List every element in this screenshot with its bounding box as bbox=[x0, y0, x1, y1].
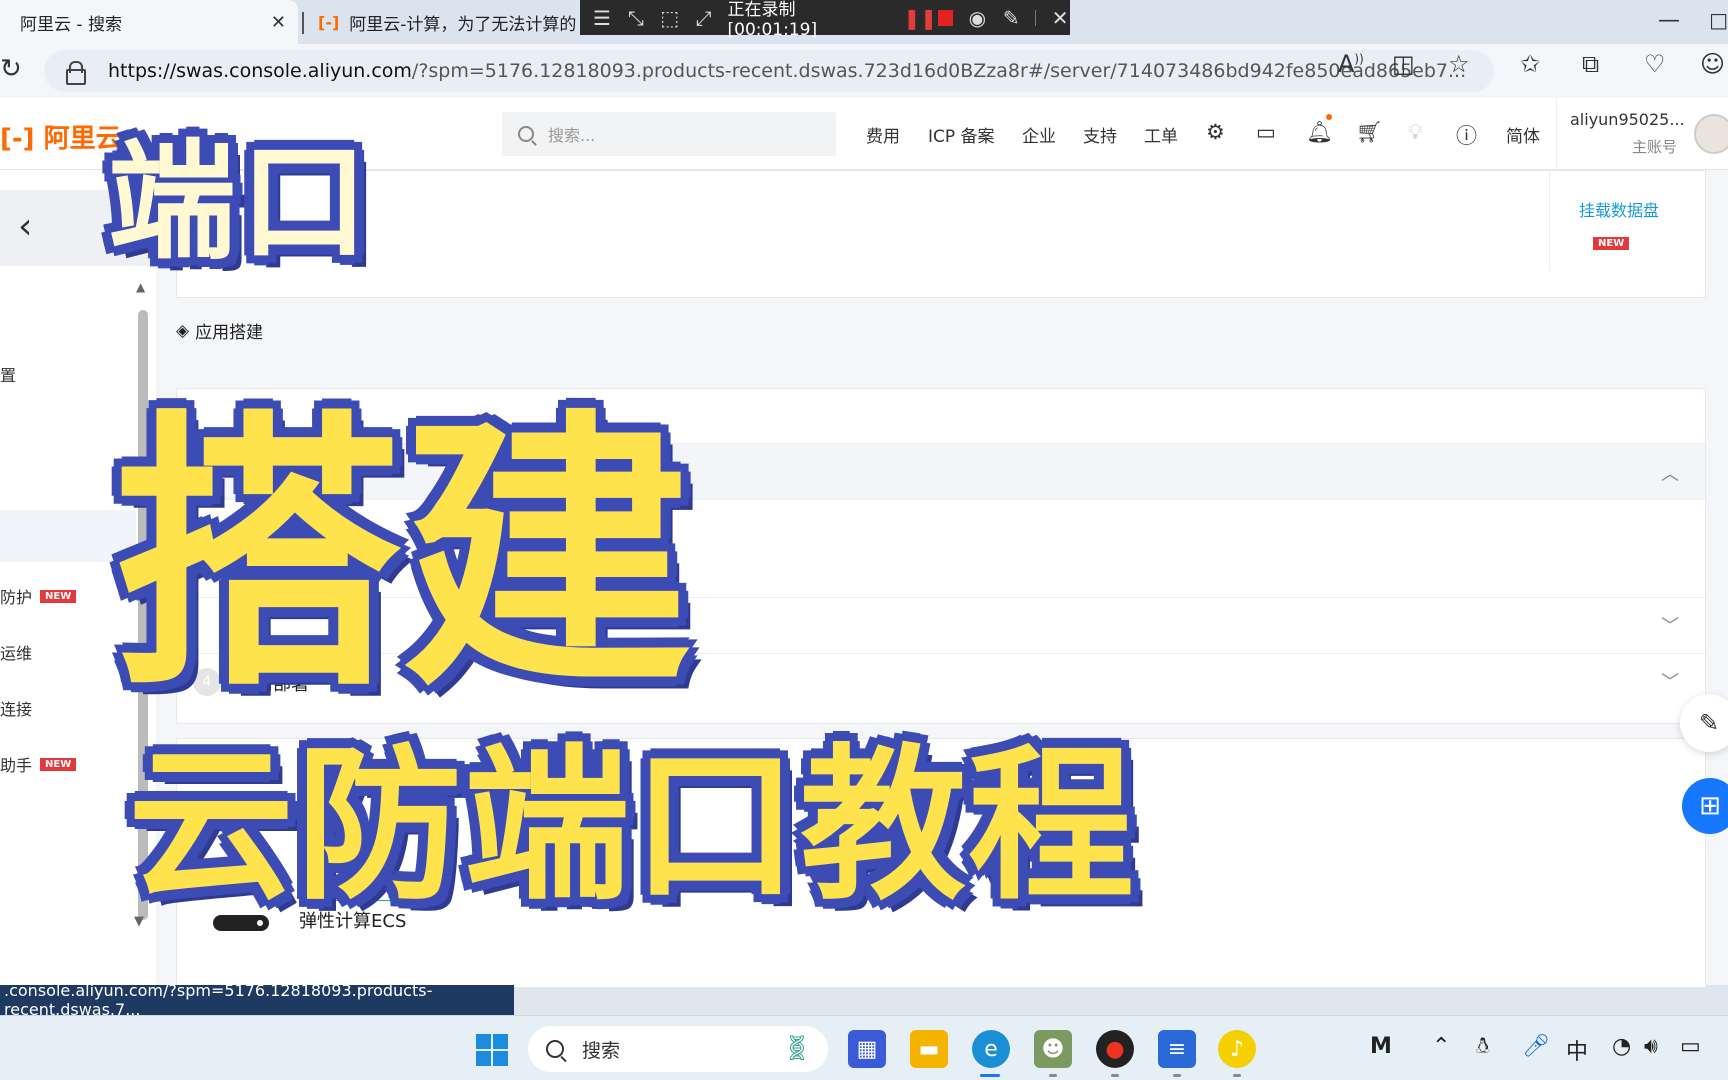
microphone-icon[interactable]: 🎤︎ bbox=[1522, 1034, 1550, 1059]
sidebar-item-config[interactable]: 置 bbox=[0, 362, 16, 386]
nav-link-support[interactable]: 支持 bbox=[1083, 122, 1117, 147]
running-indicator bbox=[1173, 1074, 1181, 1077]
user-role: 主账号 bbox=[1632, 138, 1678, 156]
cart-icon[interactable]: 🛒︎ bbox=[1356, 120, 1383, 145]
console-search-input[interactable]: 搜索... bbox=[502, 112, 836, 156]
record-icon[interactable]: ● bbox=[1096, 1030, 1134, 1068]
chevron-up-icon[interactable]: ︿ bbox=[1661, 460, 1679, 486]
tab-title: 阿里云-计算，为了无法计算的 bbox=[349, 14, 577, 35]
chevron-left-icon: ‹ bbox=[18, 206, 33, 247]
nav-link-fees[interactable]: 费用 bbox=[866, 122, 900, 147]
search-icon bbox=[546, 1040, 564, 1058]
new-badge: NEW bbox=[40, 589, 77, 603]
chevron-down-icon[interactable]: ﹀ bbox=[1661, 612, 1679, 638]
lightbulb-icon[interactable]: 💡︎ bbox=[1408, 120, 1423, 145]
user-name[interactable]: aliyun95025... bbox=[1570, 110, 1685, 129]
help-icon[interactable]: ⓘ bbox=[1456, 120, 1477, 150]
aliyun-logo[interactable]: [-] 阿里云 bbox=[0, 118, 122, 155]
link-status-bar: .console.aliyun.com/?spm=5176.12818093.p… bbox=[0, 981, 514, 1019]
collapse-icon[interactable]: ⤡ bbox=[626, 6, 646, 30]
windows-start-icon[interactable] bbox=[476, 1034, 508, 1066]
overlay-title-bottom: 云防端口教程 bbox=[128, 730, 1136, 923]
read-aloud-icon[interactable]: A)) bbox=[1338, 50, 1364, 78]
store-icon[interactable]: ▦ bbox=[848, 1030, 886, 1068]
chevron-up-icon[interactable]: ⌃ bbox=[1432, 1034, 1450, 1059]
windows-taskbar: 搜索 🧬︎ ▦ ▬ e ☻ ● ≡ ♪ M ⌃ 🐧︎ 🎤︎ 中 ◔ 🔊︎ ▭ bbox=[0, 1015, 1728, 1080]
menu-icon[interactable]: ☰ bbox=[592, 6, 612, 30]
edge-browser-icon[interactable]: e bbox=[972, 1030, 1010, 1068]
sidebar-item-assistant[interactable]: 助手 NEW bbox=[0, 752, 77, 776]
health-icon[interactable]: ♡ bbox=[1644, 50, 1666, 78]
taskbar-search[interactable]: 搜索 🧬︎ bbox=[528, 1026, 828, 1072]
divider bbox=[1556, 98, 1557, 170]
file-explorer-icon[interactable]: ▬ bbox=[910, 1030, 948, 1068]
region-select-icon[interactable]: ⬚ bbox=[660, 6, 680, 30]
notepad-icon[interactable]: ≡ bbox=[1158, 1030, 1196, 1068]
notification-dot bbox=[1326, 114, 1332, 120]
wifi-icon[interactable]: ◔ bbox=[1612, 1034, 1631, 1059]
split-view-icon[interactable]: ◫ bbox=[1392, 50, 1415, 78]
pause-icon[interactable]: ❚❚ bbox=[904, 6, 938, 30]
qq-icon[interactable]: 🐧︎ bbox=[1476, 1034, 1490, 1062]
stop-icon[interactable] bbox=[937, 9, 954, 26]
sidebar-item-ops[interactable]: 运维 bbox=[0, 640, 32, 664]
lock-icon[interactable] bbox=[66, 61, 86, 85]
dna-icon: 🧬︎ bbox=[781, 1034, 812, 1062]
api-icon[interactable]: ⚙ bbox=[1206, 120, 1225, 144]
screen-recorder-toolbar: ☰ ⤡ ⬚ ⤢ 正在录制 [00:01:19] ❚❚ ◉ ✎ ✕ bbox=[580, 0, 1070, 40]
aliyun-favicon-icon: [-] bbox=[318, 12, 340, 32]
recording-status: 正在录制 [00:01:19] bbox=[727, 0, 818, 40]
ime-indicator[interactable]: 中 bbox=[1566, 1034, 1588, 1066]
mount-disk-link[interactable]: 挂载数据盘 bbox=[1579, 197, 1659, 221]
search-icon bbox=[518, 126, 534, 142]
bell-icon[interactable]: 🔔︎ bbox=[1306, 120, 1333, 145]
tab-title: 阿里云 - 搜索 bbox=[20, 14, 122, 35]
window-minimize-button[interactable]: — bbox=[1658, 8, 1680, 33]
close-icon[interactable]: ✕ bbox=[1050, 6, 1070, 30]
running-indicator bbox=[1111, 1074, 1119, 1077]
favorites-list-icon[interactable]: ✩ bbox=[1520, 50, 1540, 78]
battery-icon[interactable]: ▭ bbox=[1680, 1034, 1701, 1059]
tray-app-icon[interactable]: M bbox=[1370, 1034, 1392, 1059]
nav-link-ticket[interactable]: 工单 bbox=[1144, 122, 1178, 147]
address-bar[interactable]: https://swas.console.aliyun.com/?spm=517… bbox=[44, 50, 1494, 92]
music-icon[interactable]: ♪ bbox=[1218, 1030, 1256, 1068]
overlay-title-middle: 搭建 bbox=[112, 388, 692, 725]
active-indicator bbox=[980, 1074, 1000, 1077]
search-placeholder: 搜索... bbox=[548, 126, 596, 145]
overlay-title-top: 端口 bbox=[108, 128, 373, 277]
sidebar-item-protection[interactable]: 防护 NEW bbox=[0, 584, 77, 608]
divider bbox=[1035, 9, 1037, 26]
browser-tab-search[interactable]: 阿里云 - 搜索 ✕ bbox=[0, 0, 298, 44]
new-badge: NEW bbox=[40, 757, 77, 771]
running-indicator bbox=[1049, 1074, 1057, 1077]
url-path: /?spm=5176.12818093.products-recent.dswa… bbox=[411, 60, 1467, 82]
favorite-star-icon[interactable]: ☆ bbox=[1448, 50, 1470, 78]
sidebar-item-connect[interactable]: 连接 bbox=[0, 696, 32, 720]
server-info-card: 挂载数据盘 NEW bbox=[176, 170, 1706, 298]
taskbar-search-label: 搜索 bbox=[582, 1039, 621, 1062]
window-maximize-button[interactable]: □ bbox=[1709, 8, 1728, 32]
close-tab-icon[interactable]: ✕ bbox=[271, 12, 286, 33]
chevron-down-icon[interactable]: ﹀ bbox=[1661, 668, 1679, 694]
game-icon[interactable]: ☻ bbox=[1034, 1030, 1072, 1068]
reload-icon[interactable]: ↻ bbox=[0, 54, 22, 84]
nav-link-icp[interactable]: ICP 备案 bbox=[928, 122, 995, 147]
collections-icon[interactable]: ⧉ bbox=[1582, 50, 1599, 78]
profile-avatar-icon[interactable]: ☺ bbox=[1700, 50, 1725, 78]
resize-icon[interactable]: ⤢ bbox=[694, 6, 714, 30]
url-host: https://swas.console.aliyun.com bbox=[108, 60, 412, 82]
volume-icon[interactable]: 🔊︎ bbox=[1644, 1034, 1658, 1059]
running-indicator bbox=[1233, 1074, 1241, 1077]
divider bbox=[1549, 171, 1550, 271]
camera-icon[interactable]: ◉ bbox=[967, 6, 987, 30]
pen-icon[interactable]: ✎ bbox=[1001, 6, 1021, 30]
language-switch[interactable]: 简体 bbox=[1506, 122, 1540, 147]
user-avatar[interactable] bbox=[1694, 114, 1728, 154]
terminal-icon[interactable]: ▭ bbox=[1256, 120, 1276, 144]
nav-link-enterprise[interactable]: 企业 bbox=[1022, 122, 1056, 147]
new-badge: NEW bbox=[1593, 237, 1630, 250]
